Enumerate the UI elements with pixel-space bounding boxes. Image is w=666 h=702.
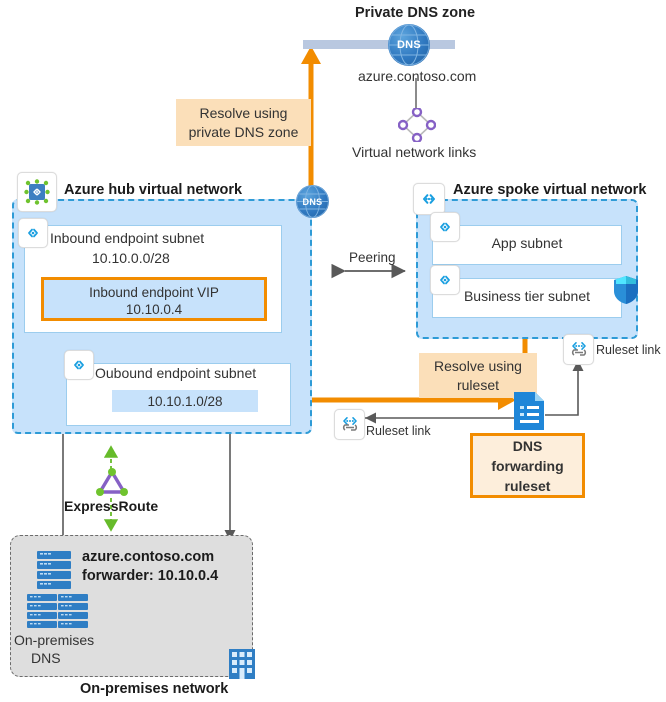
private-dns-zone-title: Private DNS zone xyxy=(355,5,476,21)
subnet-glyph xyxy=(28,228,38,238)
expressroute-icon xyxy=(96,468,128,496)
virtual-network-icon xyxy=(17,172,57,212)
outbound-endpoint-subnet-cidr-box: 10.10.1.0/28 xyxy=(112,390,258,412)
peering-label: Peering xyxy=(349,250,396,265)
dns-forwarding-ruleset-icon[interactable] xyxy=(512,391,546,431)
virtual-network-glyph-spoke xyxy=(423,194,435,204)
on-premises-network-title: On-premises network xyxy=(80,681,229,697)
building-icon xyxy=(229,649,255,679)
virtual-network-links-label: Virtual network links xyxy=(352,144,477,160)
dns-globe-label: DNS xyxy=(396,39,422,51)
outbound-endpoint-subnet-name: Oubound endpoint subnet xyxy=(95,365,257,381)
ruleset-box-line-2: forwarding xyxy=(491,457,564,474)
virtual-network-icon-spoke xyxy=(413,183,445,215)
callout-resolve-private-dns-zone: Resolve using private DNS zone xyxy=(176,99,311,146)
hub-dns-resolver-icon: DNS xyxy=(296,185,329,218)
private-dns-zone-name: azure.contoso.com xyxy=(358,68,477,84)
inbound-endpoint-subnet-cidr: 10.10.0.0/28 xyxy=(92,250,170,266)
dns-forwarding-ruleset-box[interactable]: DNS forwarding ruleset xyxy=(470,433,585,498)
ruleset-link-label-hub: Ruleset link xyxy=(366,424,431,438)
ruleset-box-line-3: ruleset xyxy=(504,477,551,494)
virtual-network-glyph xyxy=(24,179,50,205)
ruleset-box-line-1: DNS xyxy=(512,437,543,454)
inbound-endpoint-vip-label: Inbound endpoint VIP xyxy=(89,285,219,300)
ruleset-link-icon-spoke xyxy=(563,334,594,365)
hub-dns-label: DNS xyxy=(302,196,323,207)
onprem-forwarder-zone: azure.contoso.com xyxy=(82,549,215,565)
business-tier-subnet-name: Business tier subnet xyxy=(463,288,591,304)
hub-virtual-network-title: Azure hub virtual network xyxy=(64,182,243,198)
inbound-endpoint-vip-address: 10.10.0.4 xyxy=(125,302,183,317)
inbound-endpoint-vip-box[interactable]: Inbound endpoint VIP 10.10.0.4 xyxy=(41,277,267,321)
app-subnet-name: App subnet xyxy=(491,235,563,251)
virtual-network-links-icon xyxy=(398,108,436,142)
subnet-icon-outbound xyxy=(64,350,94,380)
expressroute-label: ExpressRoute xyxy=(64,498,159,514)
ruleset-link-icon-hub xyxy=(334,409,365,440)
diagram-canvas: Private DNS zone DNS azure.contoso.com V… xyxy=(0,0,666,702)
onprem-dns-label-1: On-premises xyxy=(14,632,95,648)
ruleset-link-label-spoke: Ruleset link xyxy=(596,343,661,357)
private-dns-zone-bar xyxy=(303,40,455,49)
subnet-glyph-outbound xyxy=(74,360,84,370)
callout-line-1: Resolve using xyxy=(199,104,288,121)
callout-line-2: private DNS zone xyxy=(188,123,299,140)
arrow-ruleset-to-spoke-link xyxy=(545,360,584,416)
dns-globe-icon: DNS xyxy=(388,24,430,66)
server-icon-dns-1 xyxy=(27,594,57,628)
ruleset-link-glyph-spoke xyxy=(571,341,586,356)
callout-ruleset-line-1: Resolve using xyxy=(434,357,522,374)
subnet-icon xyxy=(18,218,48,248)
onprem-dns-label-2: DNS xyxy=(31,650,61,666)
shield-icon xyxy=(614,276,638,304)
ruleset-link-glyph-hub xyxy=(342,416,357,431)
inbound-endpoint-subnet-name: Inbound endpoint subnet xyxy=(50,230,205,246)
callout-ruleset-line-2: ruleset xyxy=(456,376,500,393)
server-icon-dns-2 xyxy=(58,594,88,628)
onprem-forwarder-address: forwarder: 10.10.0.4 xyxy=(82,568,219,584)
spoke-virtual-network-title: Azure spoke virtual network xyxy=(453,182,647,198)
outbound-endpoint-subnet-cidr: 10.10.1.0/28 xyxy=(147,394,223,409)
server-icon-forwarder xyxy=(37,551,71,589)
